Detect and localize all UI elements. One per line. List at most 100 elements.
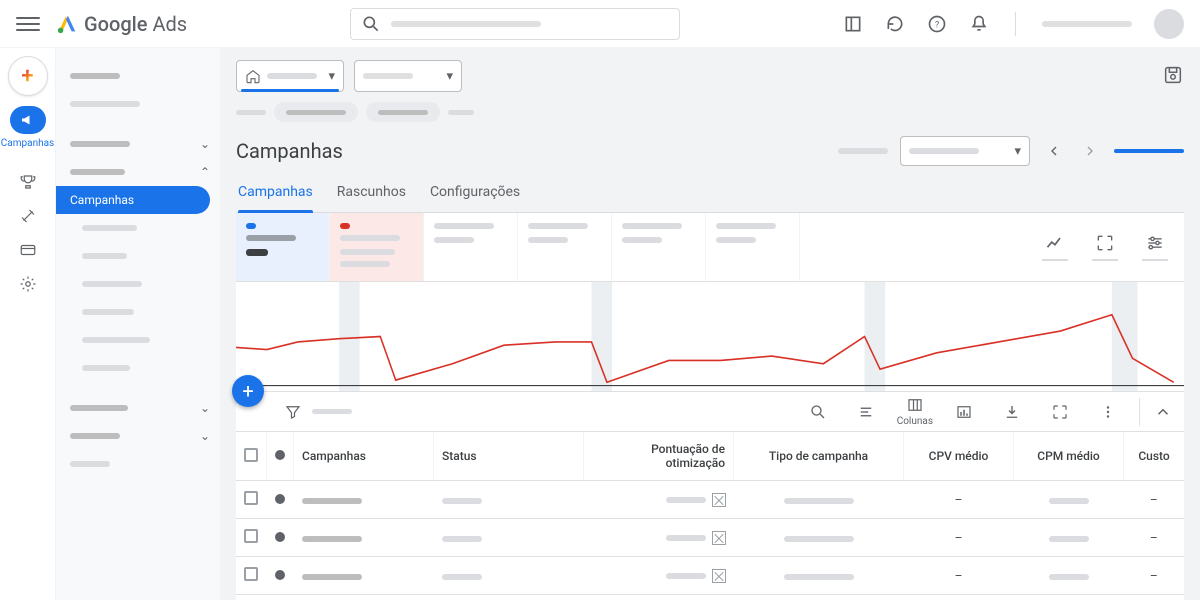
- side-link[interactable]: [56, 326, 220, 354]
- crumb-chip[interactable]: [274, 102, 358, 122]
- rail-settings[interactable]: [8, 269, 48, 299]
- select-all-checkbox[interactable]: [244, 448, 258, 462]
- side-section-2[interactable]: ⌄: [56, 130, 220, 158]
- crumb-item[interactable]: [236, 110, 266, 115]
- tab-settings[interactable]: Configurações: [430, 174, 520, 212]
- home-icon: [245, 68, 261, 84]
- menu-icon[interactable]: [16, 12, 40, 36]
- prev-period-button[interactable]: [1042, 139, 1066, 163]
- date-range-selector[interactable]: ▾: [900, 136, 1030, 166]
- crumb-item[interactable]: [448, 110, 474, 115]
- summary-card-5[interactable]: [612, 213, 706, 281]
- summary-cards: [236, 213, 1184, 282]
- rail-billing[interactable]: [8, 235, 48, 265]
- columns-icon: [906, 396, 924, 414]
- app-logo[interactable]: Google Ads: [56, 12, 187, 36]
- side-section-4[interactable]: ⌄: [56, 394, 220, 422]
- chart-toggle-button[interactable]: [1034, 233, 1076, 261]
- col-status[interactable]: Status: [434, 432, 584, 481]
- megaphone-icon: [19, 111, 37, 129]
- reports-icon[interactable]: [843, 14, 863, 34]
- help-icon[interactable]: ?: [927, 14, 947, 34]
- line-chart-icon: [1045, 233, 1065, 253]
- refresh-icon[interactable]: [885, 14, 905, 34]
- expand-icon: [1095, 233, 1115, 253]
- summary-card-6[interactable]: [706, 213, 800, 281]
- side-link[interactable]: [56, 214, 220, 242]
- add-button[interactable]: +: [232, 375, 264, 407]
- col-campaigns[interactable]: Campanhas: [294, 432, 434, 481]
- side-section-3[interactable]: ⌃: [56, 158, 220, 186]
- chevron-left-icon: [1046, 143, 1062, 159]
- chevron-right-icon: [1082, 143, 1098, 159]
- breadcrumb: [236, 102, 1184, 122]
- campaigns-table: Campanhas Status Pontuação de otimização…: [236, 431, 1184, 600]
- table-toolbar: Colunas: [236, 392, 1184, 431]
- status-value: [442, 498, 482, 504]
- more-button[interactable]: [1091, 403, 1125, 421]
- summary-card-4[interactable]: [518, 213, 612, 281]
- summary-card-3[interactable]: [424, 213, 518, 281]
- tools-icon: [19, 207, 37, 225]
- adjust-button[interactable]: [1134, 233, 1176, 261]
- table-row[interactable]: – –: [236, 557, 1184, 595]
- side-link[interactable]: [56, 242, 220, 270]
- rail-campaigns-label: Campanhas: [1, 138, 54, 149]
- tab-campaigns[interactable]: Campanhas: [238, 174, 313, 212]
- expand-button[interactable]: [1084, 233, 1126, 261]
- page-title: Campanhas: [236, 139, 343, 163]
- caret-down-icon: ▾: [1014, 144, 1021, 159]
- summary-card-1[interactable]: [236, 213, 330, 281]
- table-row[interactable]: – –: [236, 481, 1184, 519]
- col-cost[interactable]: Custo: [1124, 432, 1185, 481]
- side-link[interactable]: [56, 354, 220, 382]
- columns-label: Colunas: [897, 416, 933, 427]
- opt-score-icon: [712, 493, 726, 507]
- side-link[interactable]: [56, 450, 220, 478]
- scope-campaign-selector[interactable]: ▾: [354, 60, 462, 92]
- avatar[interactable]: [1154, 9, 1184, 39]
- side-link[interactable]: [56, 270, 220, 298]
- col-cpm[interactable]: CPM médio: [1014, 432, 1124, 481]
- segment-button[interactable]: [849, 403, 883, 421]
- rail-campaigns[interactable]: [10, 106, 46, 134]
- row-checkbox[interactable]: [244, 491, 258, 505]
- rail-goals[interactable]: [8, 167, 48, 197]
- filter-icon[interactable]: [284, 403, 302, 421]
- rail-tools[interactable]: [8, 201, 48, 231]
- expand-table-button[interactable]: [1043, 403, 1077, 421]
- table-row[interactable]: – –: [236, 595, 1184, 600]
- table-search-button[interactable]: [801, 403, 835, 421]
- new-campaign-button[interactable]: +: [8, 56, 48, 96]
- ads-logo-icon: [56, 13, 78, 35]
- save-view-icon[interactable]: [1162, 64, 1184, 86]
- col-type[interactable]: Tipo de campanha: [734, 432, 904, 481]
- notifications-icon[interactable]: [969, 14, 989, 34]
- download-button[interactable]: [995, 403, 1029, 421]
- search-input[interactable]: [350, 8, 680, 40]
- crumb-chip[interactable]: [366, 102, 440, 122]
- side-link[interactable]: [56, 90, 220, 118]
- performance-chart[interactable]: +: [236, 282, 1184, 392]
- account-label[interactable]: [1042, 21, 1132, 27]
- reports-button[interactable]: [947, 403, 981, 421]
- caret-down-icon: ▾: [446, 69, 453, 84]
- collapse-button[interactable]: [1154, 403, 1172, 421]
- side-item-campaigns[interactable]: Campanhas: [56, 186, 210, 214]
- tab-drafts[interactable]: Rascunhos: [337, 174, 406, 212]
- row-checkbox[interactable]: [244, 529, 258, 543]
- table-row[interactable]: – –: [236, 519, 1184, 557]
- row-checkbox[interactable]: [244, 567, 258, 581]
- col-cpv[interactable]: CPV médio: [904, 432, 1014, 481]
- side-section-1[interactable]: [56, 62, 220, 90]
- summary-card-2[interactable]: [330, 213, 424, 281]
- columns-button[interactable]: Colunas: [897, 396, 933, 427]
- trophy-icon: [19, 173, 37, 191]
- bar-chart-icon: [955, 403, 973, 421]
- next-period-button[interactable]: [1078, 139, 1102, 163]
- col-opt-score[interactable]: Pontuação de otimização: [584, 432, 734, 481]
- campaign-name[interactable]: [302, 498, 362, 504]
- side-section-5[interactable]: ⌄: [56, 422, 220, 450]
- side-link[interactable]: [56, 298, 220, 326]
- scope-account-selector[interactable]: ▾: [236, 60, 344, 92]
